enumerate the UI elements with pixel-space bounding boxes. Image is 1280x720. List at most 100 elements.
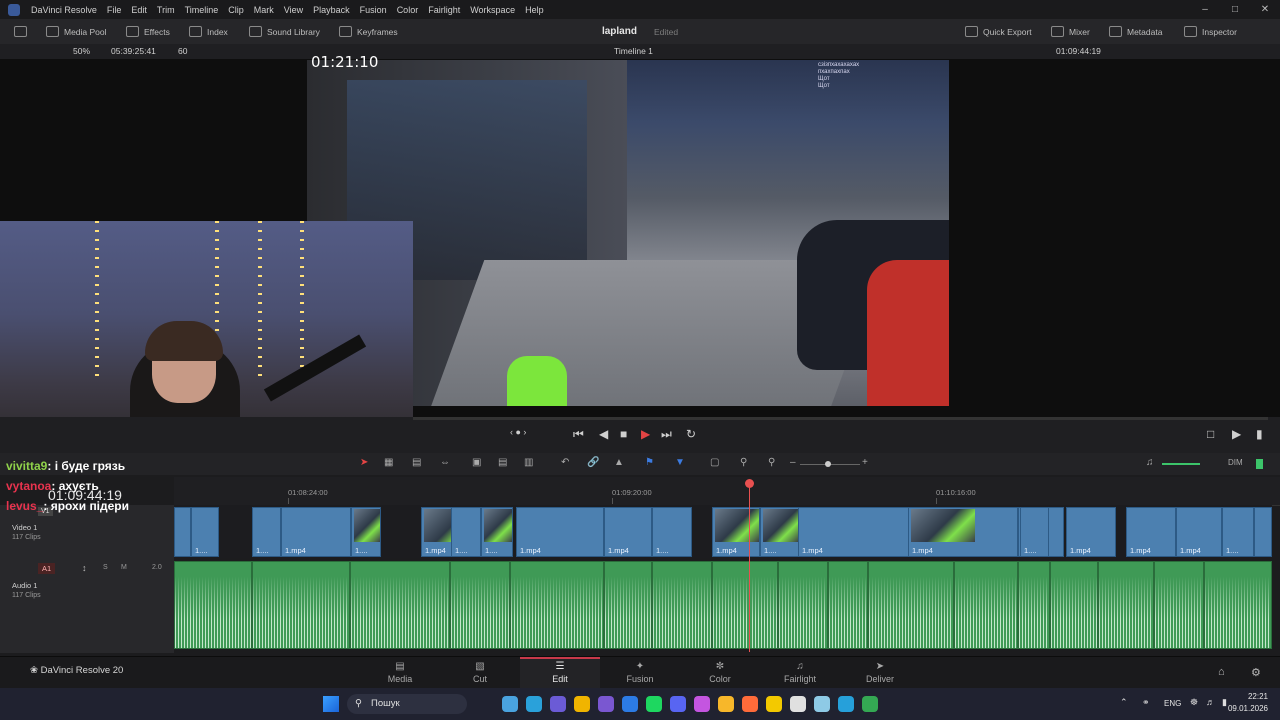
sound-library-button[interactable]: Sound Library [249, 19, 320, 44]
page-tab-media[interactable]: ▤ Media [360, 657, 440, 689]
video-clip[interactable]: 1.mp4 [1066, 507, 1116, 557]
timeline-name-select[interactable]: Timeline 1 [614, 44, 653, 59]
menu-playback[interactable]: Playback [308, 5, 355, 15]
detail-zoom-icon[interactable]: ⚲ [740, 457, 747, 468]
audio-clip[interactable] [828, 561, 868, 649]
insert-clip-icon[interactable]: ▣ [472, 457, 481, 468]
chrome-profile-icon[interactable] [862, 696, 878, 712]
audio-clip[interactable] [868, 561, 954, 649]
metadata-button[interactable]: Metadata [1109, 19, 1162, 44]
video-clip[interactable]: 1.mp4 [712, 507, 760, 557]
microphone-icon[interactable]: ⚭ [1142, 697, 1150, 708]
audio-clip[interactable] [1018, 561, 1050, 649]
canva-icon[interactable] [598, 696, 614, 712]
copilot-icon[interactable] [550, 696, 566, 712]
audio-clip[interactable] [174, 561, 252, 649]
menu-workspace[interactable]: Workspace [465, 5, 520, 15]
spotify-icon[interactable] [646, 696, 662, 712]
media-pool-button[interactable]: Media Pool [46, 19, 107, 44]
notepad-icon[interactable] [790, 696, 806, 712]
video-clip[interactable]: 1.... [351, 507, 381, 557]
overwrite-clip-icon[interactable]: ▤ [498, 457, 507, 468]
dim-button[interactable]: DIM [1228, 458, 1243, 467]
wifi-icon[interactable]: ☸ [1190, 697, 1198, 708]
audio-clip[interactable] [1050, 561, 1098, 649]
photoshop-icon[interactable] [622, 696, 638, 712]
close-icon[interactable]: ✕ [1250, 0, 1280, 19]
menu-clip[interactable]: Clip [223, 5, 249, 15]
full-extent-zoom-icon[interactable]: ▢ [710, 457, 719, 468]
playhead-line[interactable] [749, 480, 750, 652]
video-clip[interactable]: 1.mp4 [1176, 507, 1222, 557]
audio-clip[interactable] [350, 561, 450, 649]
lock-icon[interactable]: ▲ [614, 457, 624, 468]
selection-tool-icon[interactable]: ➤ [360, 457, 368, 468]
zoom-select[interactable]: 50% [73, 44, 90, 59]
premiere-icon[interactable] [694, 696, 710, 712]
audio-track-tag[interactable]: A1 [38, 563, 56, 574]
menu-mark[interactable]: Mark [249, 5, 279, 15]
replace-clip-icon[interactable]: ▥ [524, 457, 533, 468]
playhead-handle[interactable] [745, 479, 754, 488]
play-icon[interactable]: ▶ [641, 427, 650, 441]
audio-clip[interactable] [252, 561, 350, 649]
menu-color[interactable]: Color [392, 5, 424, 15]
firefox-icon[interactable] [742, 696, 758, 712]
mixer-button[interactable]: Mixer [1051, 19, 1090, 44]
quick-export-button[interactable]: Quick Export [965, 19, 1032, 44]
telegram-desktop-icon[interactable] [838, 696, 854, 712]
windows-start-icon[interactable] [323, 696, 339, 712]
file-explorer-icon[interactable] [718, 696, 734, 712]
menu-timeline[interactable]: Timeline [180, 5, 224, 15]
timeline-ruler[interactable]: 01:08:24:00 01:09:20:00 01:10:16:00 [174, 477, 1280, 506]
app-icon[interactable] [766, 696, 782, 712]
zoom-in-icon[interactable]: + [862, 457, 868, 468]
speaker-icon[interactable]: ♬ [1206, 697, 1215, 707]
obs-icon[interactable] [814, 696, 830, 712]
match-frame-icon[interactable]: □ [1207, 427, 1214, 441]
edge-icon[interactable] [502, 696, 518, 712]
audio-clip[interactable] [510, 561, 604, 649]
stop-icon[interactable]: ■ [620, 427, 627, 441]
flag-icon[interactable]: ⚑ [645, 457, 654, 468]
audio-clip[interactable] [1154, 561, 1204, 649]
audio-clip[interactable] [450, 561, 510, 649]
custom-zoom-icon[interactable]: ⚲ [768, 457, 775, 468]
video-clip[interactable] [1048, 507, 1064, 557]
zoom-slider-handle[interactable] [825, 461, 831, 467]
page-tab-deliver[interactable]: ➤ Deliver [840, 657, 920, 689]
menu-edit[interactable]: Edit [126, 5, 152, 15]
audio-clip[interactable] [604, 561, 652, 649]
page-tab-edit[interactable]: ☰ Edit [520, 657, 600, 689]
reverse-icon[interactable]: ◀ [599, 427, 608, 441]
index-button[interactable]: Index [189, 19, 228, 44]
go-to-start-icon[interactable]: ⏮ [573, 427, 584, 442]
dynamic-trim-icon[interactable]: ▤ [412, 457, 421, 468]
battery-icon[interactable]: ▮ [1222, 697, 1227, 708]
menu-fairlight[interactable]: Fairlight [423, 5, 465, 15]
keyframes-button[interactable]: Keyframes [339, 19, 398, 44]
loop-icon[interactable]: ↻ [686, 427, 696, 441]
track-move-icon[interactable]: ↕ [82, 563, 87, 573]
video-clip[interactable] [1254, 507, 1272, 557]
linked-selection-icon[interactable]: 🔗 [587, 457, 599, 468]
audio-clip[interactable] [954, 561, 1018, 649]
last-frame-icon[interactable]: ▮ [1256, 427, 1263, 441]
video-clip[interactable]: 1.mp4 [798, 507, 910, 557]
video-clip[interactable]: 1.... [652, 507, 692, 557]
zoom-out-icon[interactable]: – [790, 457, 796, 468]
video-clip[interactable]: 1.... [451, 507, 481, 557]
settings-gear-icon[interactable]: ⚙ [1251, 666, 1261, 679]
menu-view[interactable]: View [279, 5, 308, 15]
video-clip[interactable]: 1.mp4 [516, 507, 604, 557]
menu-file[interactable]: File [102, 5, 127, 15]
video-clip[interactable]: 1.... [481, 507, 513, 557]
video-clip[interactable]: 1.mp4 [281, 507, 351, 557]
solo-button[interactable]: S [103, 564, 108, 571]
audio-clip[interactable] [778, 561, 828, 649]
next-clip-icon[interactable]: ▶ [1232, 427, 1241, 441]
page-tab-fairlight[interactable]: ♫ Fairlight [760, 657, 840, 689]
blade-tool-icon[interactable]: ⇔ [440, 457, 450, 468]
home-icon[interactable]: ⌂ [1218, 666, 1225, 678]
system-clock[interactable]: 22:21 09.01.2026 [1228, 691, 1268, 715]
